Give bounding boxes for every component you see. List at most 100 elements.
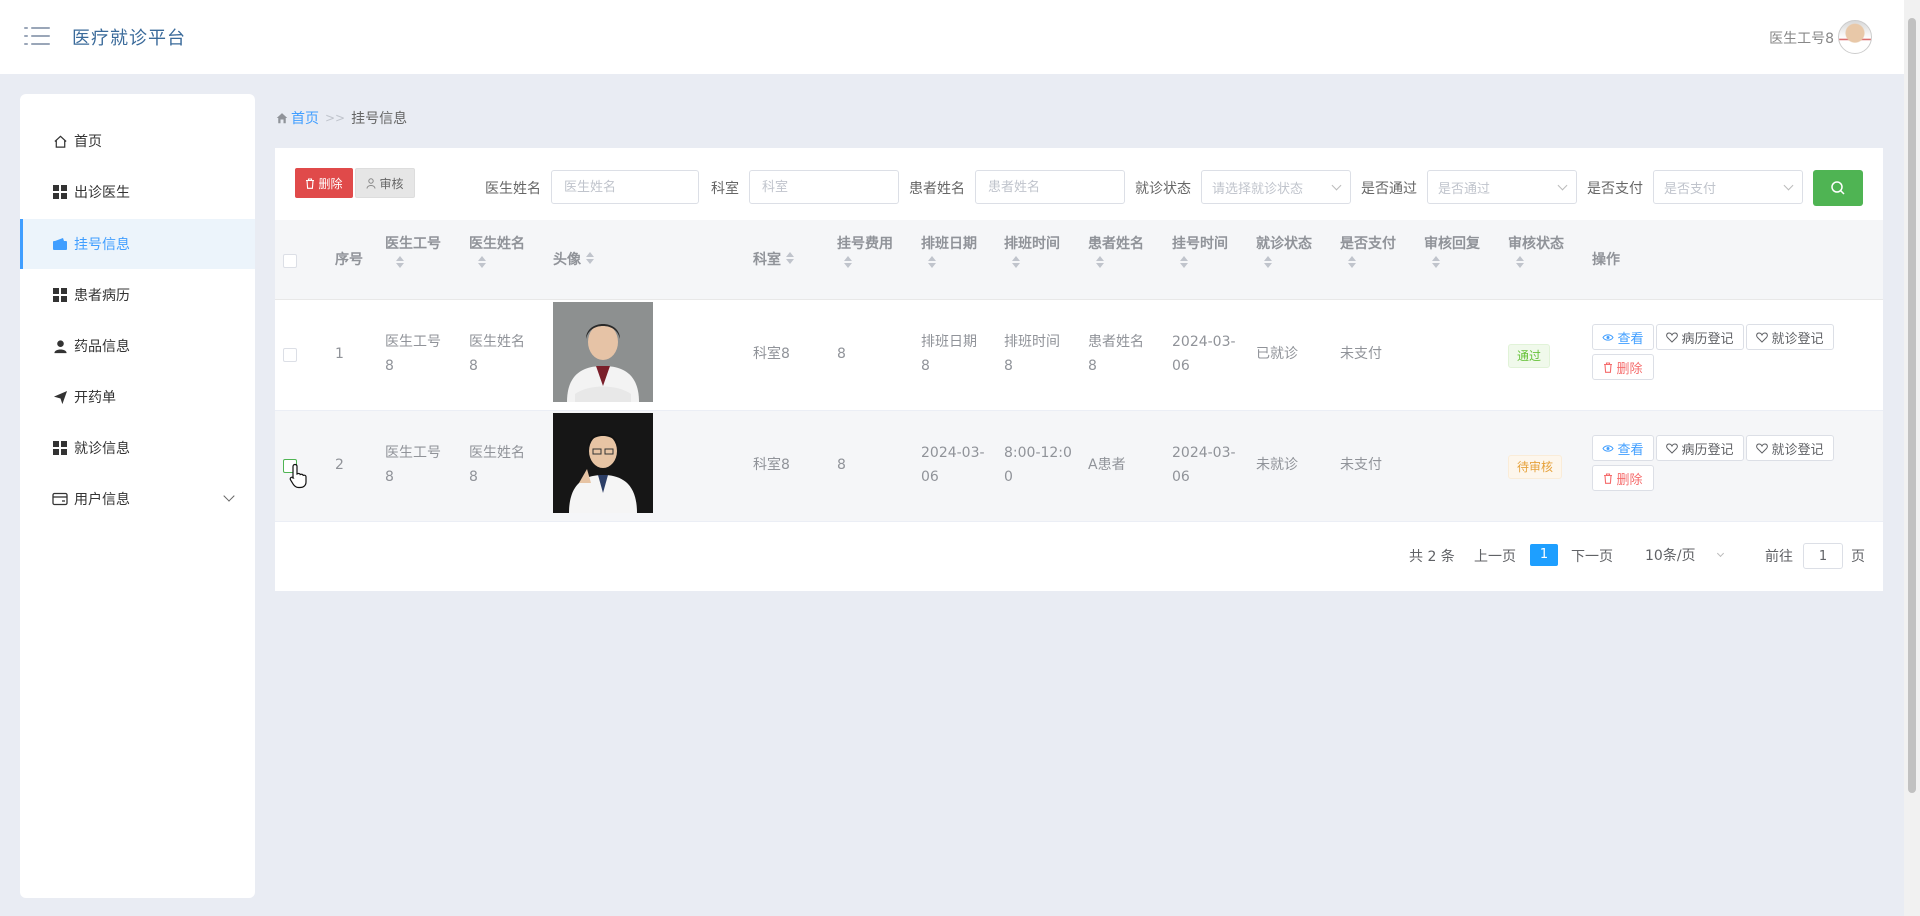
pagination-page-1[interactable]: 1 [1530, 544, 1558, 566]
th-paid[interactable]: 是否支付 [1340, 234, 1396, 254]
th-visit-status[interactable]: 就诊状态 [1256, 234, 1312, 254]
th-schedule-time[interactable]: 排班时间 [1004, 234, 1060, 254]
record-register-button[interactable]: 病历登记 [1656, 324, 1744, 350]
visit-status-select[interactable]: 请选择就诊状态 [1201, 170, 1351, 204]
doctor-photo[interactable] [553, 302, 653, 402]
breadcrumb-home[interactable]: 首页 [276, 108, 319, 128]
batch-delete-button[interactable]: 删除 [295, 168, 353, 198]
home-icon [276, 113, 288, 124]
th-patient-name[interactable]: 患者姓名 [1088, 234, 1144, 254]
th-doctor-id[interactable]: 医生工号 [385, 234, 441, 254]
doctor-name-label: 医生姓名 [485, 181, 541, 197]
page-size-select[interactable]: 10条/页 [1645, 540, 1725, 570]
department-input[interactable] [749, 170, 899, 204]
doctor-photo[interactable] [553, 413, 653, 513]
sort-icon[interactable] [585, 250, 595, 266]
cell-department: 科室8 [753, 457, 790, 473]
cell-register-time: 2024-03- 06 [1172, 334, 1236, 374]
sort-icon[interactable] [1179, 254, 1189, 270]
paid-select[interactable]: 是否支付 [1653, 170, 1803, 204]
passed-select[interactable]: 是否通过 [1427, 170, 1577, 204]
goto-label: 前往 [1765, 549, 1793, 565]
th-audit-status[interactable]: 审核状态 [1508, 234, 1564, 254]
sidebar-item-prescription[interactable]: 开药单 [20, 372, 255, 422]
pagination-total: 共 2 条 [1409, 549, 1455, 565]
goto-page-input[interactable] [1803, 543, 1843, 569]
visit-register-label: 就诊登记 [1771, 331, 1824, 347]
sort-icon[interactable] [1347, 254, 1357, 270]
visit-register-button[interactable]: 就诊登记 [1746, 324, 1834, 350]
paid-placeholder: 是否支付 [1664, 181, 1717, 197]
row-checkbox[interactable] [283, 459, 297, 473]
cell-schedule-date: 2024-03- 06 [921, 445, 985, 485]
sort-icon[interactable] [927, 254, 937, 270]
batch-audit-label: 审核 [379, 176, 404, 191]
record-register-button[interactable]: 病历登记 [1656, 435, 1744, 461]
sidebar-item-users[interactable]: 用户信息 [20, 474, 255, 524]
batch-audit-button[interactable]: 审核 [355, 168, 415, 198]
delete-button[interactable]: 删除 [1592, 465, 1654, 491]
select-all-checkbox[interactable] [283, 254, 297, 268]
th-schedule-date[interactable]: 排班日期 [921, 234, 977, 254]
sidebar-item-medicine[interactable]: 药品信息 [20, 321, 255, 371]
sidebar-item-label: 药品信息 [74, 339, 130, 355]
doctor-name-input[interactable] [551, 170, 699, 204]
sort-icon[interactable] [1431, 254, 1441, 270]
menu-toggle-icon[interactable] [24, 26, 50, 46]
sort-icon[interactable] [395, 254, 405, 270]
view-button[interactable]: 查看 [1592, 324, 1654, 350]
table-header: 序号 医生工号 医生姓名 头像 科室 挂号费用 排班日期 排班时间 患者姓名 挂… [275, 220, 1883, 300]
pagination-next[interactable]: 下一页 [1571, 546, 1613, 566]
card-icon [52, 491, 68, 507]
heart-icon [1666, 442, 1679, 454]
th-actions: 操作 [1592, 252, 1620, 268]
visit-register-label: 就诊登记 [1771, 442, 1824, 458]
th-doctor-name[interactable]: 医生姓名 [469, 234, 525, 254]
sidebar-item-records[interactable]: 患者病历 [20, 270, 255, 320]
patient-name-input[interactable] [975, 170, 1125, 204]
delete-label: 删除 [1616, 361, 1643, 377]
sort-icon[interactable] [843, 254, 853, 270]
th-avatar[interactable]: 头像 [553, 250, 581, 270]
grid-icon [52, 440, 68, 456]
user-name[interactable]: 医生工号8 [1769, 28, 1834, 48]
sidebar-item-visits[interactable]: 就诊信息 [20, 423, 255, 473]
sidebar-item-label: 开药单 [74, 390, 116, 406]
sidebar-item-doctors[interactable]: 出诊医生 [20, 167, 255, 217]
view-label: 查看 [1617, 331, 1644, 347]
pagination-prev[interactable]: 上一页 [1474, 546, 1516, 566]
scrollbar-thumb[interactable] [1908, 18, 1916, 793]
sort-icon[interactable] [1263, 254, 1273, 270]
visit-register-button[interactable]: 就诊登记 [1746, 435, 1834, 461]
th-department[interactable]: 科室 [753, 250, 781, 270]
sidebar-item-label: 用户信息 [74, 492, 130, 508]
th-register-time[interactable]: 挂号时间 [1172, 234, 1228, 254]
person-icon [52, 338, 68, 354]
sidebar-item-label: 首页 [74, 134, 102, 150]
row-checkbox[interactable] [283, 348, 297, 362]
sidebar-item-registration[interactable]: 挂号信息 [20, 219, 255, 269]
sort-icon[interactable] [1095, 254, 1105, 270]
sort-icon[interactable] [785, 250, 795, 266]
sidebar-item-label: 患者病历 [74, 288, 130, 304]
delete-button[interactable]: 删除 [1592, 354, 1654, 380]
sort-icon[interactable] [477, 254, 487, 270]
sort-icon[interactable] [1515, 254, 1525, 270]
page-size-value: 10条/页 [1645, 548, 1696, 564]
sidebar-item-label: 挂号信息 [74, 237, 130, 253]
breadcrumb-home-label[interactable]: 首页 [291, 108, 319, 128]
page-scrollbar[interactable] [1904, 0, 1920, 916]
th-audit-reply[interactable]: 审核回复 [1424, 234, 1480, 254]
record-register-label: 病历登记 [1681, 442, 1734, 458]
th-fee[interactable]: 挂号费用 [837, 234, 893, 254]
sidebar-item-home[interactable]: 首页 [20, 116, 255, 166]
status-badge: 通过 [1508, 344, 1551, 368]
view-button[interactable]: 查看 [1592, 435, 1654, 461]
passed-label: 是否通过 [1361, 181, 1417, 197]
user-avatar[interactable] [1838, 20, 1872, 54]
registration-card: 删除 审核 医生姓名 科室 患者姓名 就诊状态 请选择就诊状态 是否通过 是否通… [275, 148, 1883, 591]
search-button[interactable] [1813, 170, 1863, 206]
heart-icon [1666, 331, 1679, 343]
sidebar: 首页 出诊医生 挂号信息 患者病历 药品信息 开药单 就诊信息 用户信息 [20, 94, 255, 898]
sort-icon[interactable] [1011, 254, 1021, 270]
